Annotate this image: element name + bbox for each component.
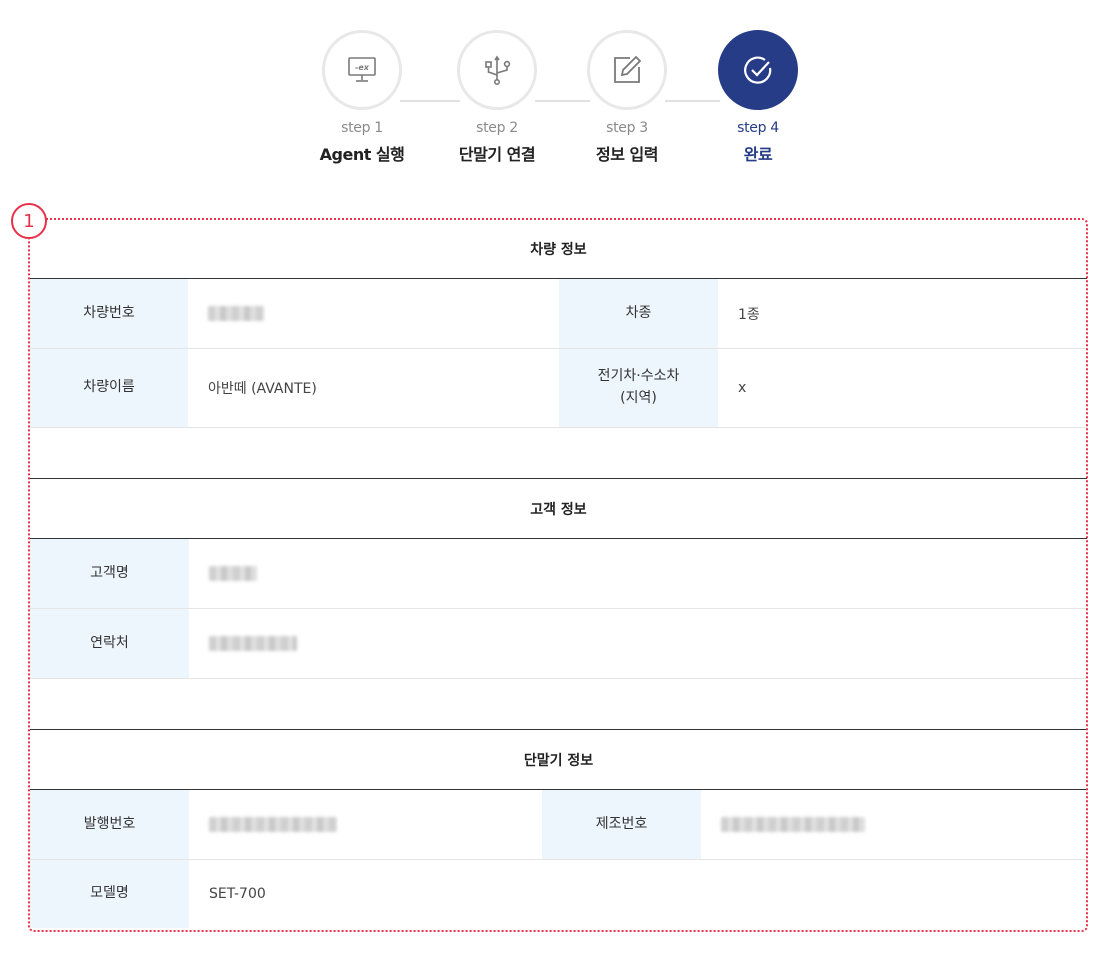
table-row: 고객명 bbox=[30, 539, 1087, 609]
vehicle-class-value: 1종 bbox=[738, 306, 760, 323]
step-3: step 3 정보 입력 bbox=[567, 30, 687, 165]
svg-text:-ex: -ex bbox=[355, 63, 370, 72]
vehicle-name-label: 차량이름 bbox=[30, 349, 188, 427]
step-1-number: step 1 bbox=[341, 120, 383, 136]
step-4-number: step 4 bbox=[737, 120, 779, 136]
vehicle-number-label: 차량번호 bbox=[30, 279, 188, 348]
customer-name-label: 고객명 bbox=[30, 539, 189, 608]
redacted-value bbox=[721, 817, 865, 832]
redacted-value bbox=[209, 636, 297, 651]
table-row: 발행번호 제조번호 bbox=[30, 790, 1087, 860]
device-section-title: 단말기 정보 bbox=[30, 729, 1087, 790]
vehicle-section-title: 차량 정보 bbox=[30, 220, 1087, 279]
ev-hydrogen-label-line2: (지역) bbox=[620, 390, 657, 406]
step-4-title: 완료 bbox=[743, 145, 773, 164]
table-row: 연락처 bbox=[30, 609, 1087, 679]
table-row: 차량번호 차종 1종 bbox=[30, 279, 1087, 349]
table-row: 모델명 SET-700 bbox=[30, 860, 1087, 928]
step-3-circle bbox=[587, 30, 667, 110]
step-3-title: 정보 입력 bbox=[596, 145, 658, 164]
redacted-value bbox=[209, 817, 337, 832]
edit-icon bbox=[614, 55, 642, 83]
ev-hydrogen-label-line1: 전기차·수소차 bbox=[597, 368, 680, 385]
customer-section-title: 고객 정보 bbox=[30, 478, 1087, 539]
redacted-value bbox=[209, 566, 257, 581]
ev-hydrogen-value: x bbox=[738, 380, 747, 396]
model-name-value: SET-700 bbox=[209, 886, 266, 902]
progress-stepper: -ex step 1 Agent 실행 step 2 단말기 연결 step 3… bbox=[0, 30, 1120, 180]
contact-label: 연락처 bbox=[30, 609, 189, 678]
model-name-label: 모델명 bbox=[30, 860, 189, 928]
monitor-ex-icon: -ex bbox=[348, 57, 376, 82]
vehicle-class-label: 차종 bbox=[559, 279, 718, 348]
step-1: -ex step 1 Agent 실행 bbox=[302, 30, 422, 165]
usb-icon bbox=[485, 55, 511, 85]
step-2-title: 단말기 연결 bbox=[458, 145, 536, 164]
step-2: step 2 단말기 연결 bbox=[437, 30, 557, 165]
summary-content: 차량 정보 차량번호 차종 1종 차량이름 아반떼 (AVANTE) 전기차·수… bbox=[30, 220, 1087, 928]
step-2-number: step 2 bbox=[476, 120, 518, 136]
redacted-value bbox=[208, 306, 264, 321]
issue-number-value bbox=[189, 790, 542, 859]
step-3-number: step 3 bbox=[606, 120, 648, 136]
check-circle-icon bbox=[744, 56, 772, 84]
step-1-title: Agent 실행 bbox=[319, 145, 405, 164]
annotation-marker: 1 bbox=[11, 203, 47, 239]
contact-value bbox=[189, 609, 1087, 678]
vehicle-number-value bbox=[188, 279, 559, 348]
step-1-circle: -ex bbox=[322, 30, 402, 110]
table-row: 차량이름 아반떼 (AVANTE) 전기차·수소차 (지역) x bbox=[30, 349, 1087, 428]
serial-number-label: 제조번호 bbox=[542, 790, 701, 859]
serial-number-value bbox=[701, 790, 1087, 859]
issue-number-label: 발행번호 bbox=[30, 790, 189, 859]
step-2-circle bbox=[457, 30, 537, 110]
step-4: step 4 완료 bbox=[698, 30, 818, 165]
vehicle-name-value: 아반떼 (AVANTE) bbox=[208, 381, 317, 397]
step-4-circle bbox=[718, 30, 798, 110]
customer-name-value bbox=[189, 539, 1087, 608]
ev-hydrogen-label: 전기차·수소차 (지역) bbox=[559, 349, 718, 427]
